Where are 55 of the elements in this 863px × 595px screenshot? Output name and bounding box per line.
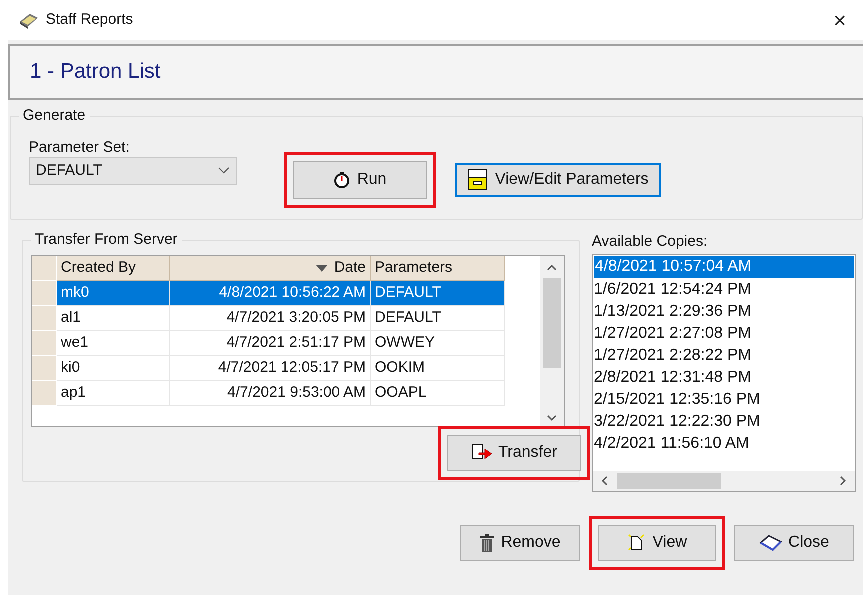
params-button[interactable]: View/Edit Parameters — [455, 163, 661, 197]
window-title: Staff Reports — [46, 10, 134, 30]
parameter-set-dropdown[interactable]: DEFAULT — [29, 157, 237, 185]
horizontal-scrollbar[interactable] — [593, 471, 855, 491]
transfer-button[interactable]: Transfer — [447, 435, 581, 471]
row-header[interactable] — [32, 331, 57, 356]
view-button[interactable]: View — [598, 525, 716, 561]
table-cell: 4/8/2021 10:56:22 AM — [170, 281, 371, 306]
list-item[interactable]: 1/27/2021 2:28:22 PM — [593, 345, 855, 367]
list-item[interactable]: 4/2/2021 11:56:10 AM — [593, 433, 855, 455]
table-cell: we1 — [57, 331, 170, 356]
list-item[interactable]: 2/15/2021 12:35:16 PM — [593, 389, 855, 411]
table-cell: 4/7/2021 12:05:17 PM — [170, 356, 371, 381]
vertical-scrollbar[interactable] — [540, 256, 564, 426]
table-cell: al1 — [57, 306, 170, 331]
row-header[interactable] — [32, 356, 57, 381]
document-arrow-icon — [470, 444, 492, 462]
close-button[interactable]: × — [817, 0, 863, 40]
column-header[interactable]: Created By — [57, 256, 170, 281]
list-label: Available Copies: — [592, 232, 709, 252]
table-cell: ki0 — [57, 356, 170, 381]
list-item[interactable]: 1/6/2021 12:54:24 PM — [593, 279, 855, 301]
list-item[interactable]: 1/13/2021 2:29:36 PM — [593, 301, 855, 323]
table-cell: 4/7/2021 2:51:17 PM — [170, 331, 371, 356]
row-header[interactable] — [32, 306, 57, 331]
close-button[interactable]: Close — [734, 525, 854, 561]
table-cell: OWWEY — [371, 331, 505, 356]
list-item[interactable]: 2/8/2021 12:31:48 PM — [593, 367, 855, 389]
file-cabinet-icon — [467, 168, 490, 192]
new-document-icon — [626, 533, 647, 553]
column-header[interactable]: Parameters — [371, 256, 505, 281]
field-label: Parameter Set: — [29, 139, 131, 157]
table-cell: ap1 — [57, 381, 170, 406]
list-item[interactable]: 3/22/2021 12:22:30 PM — [593, 411, 855, 433]
chevron-icon — [218, 167, 230, 175]
table-cell: 4/7/2021 3:20:05 PM — [170, 306, 371, 331]
run-button[interactable]: Run — [293, 161, 427, 199]
table-cell: mk0 — [57, 281, 170, 306]
row-header[interactable] — [32, 281, 57, 306]
table-cell: DEFAULT — [371, 281, 505, 306]
table-cell: 4/7/2021 9:53:00 AM — [170, 381, 371, 406]
list-item[interactable]: 1/27/2021 2:27:08 PM — [593, 323, 855, 345]
report-title: 1 - Patron List — [30, 59, 161, 86]
table-cell: OOAPL — [371, 381, 505, 406]
stopwatch-icon — [333, 171, 352, 189]
book-icon — [758, 534, 783, 552]
table-cell: DEFAULT — [371, 306, 505, 331]
row-header[interactable] — [32, 381, 57, 406]
row-header[interactable] — [32, 256, 57, 281]
trash-can-icon — [479, 533, 496, 553]
list-item[interactable]: 4/8/2021 10:57:04 AM — [594, 256, 854, 278]
remove-button[interactable]: Remove — [460, 525, 580, 561]
sort-descending-icon — [316, 264, 328, 272]
table-cell: OOKIM — [371, 356, 505, 381]
column-header[interactable]: Date — [170, 256, 371, 281]
